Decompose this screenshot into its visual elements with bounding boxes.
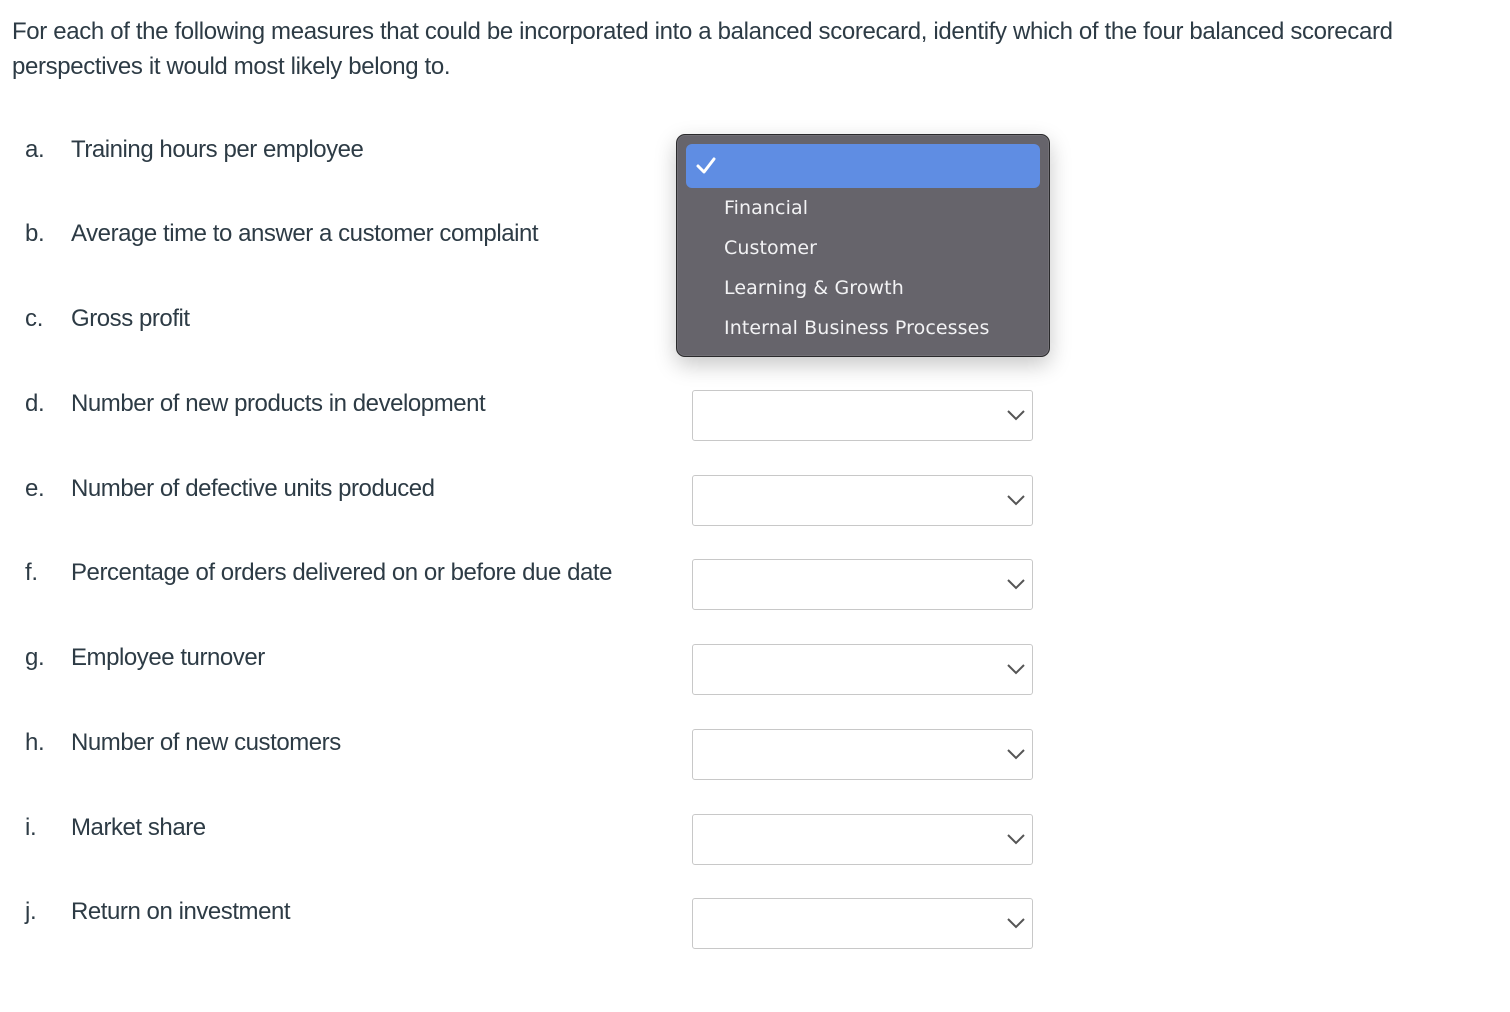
menu-option-learning-growth[interactable]: Learning & Growth <box>686 268 1040 308</box>
question-text: Percentage of orders delivered on or bef… <box>71 559 612 586</box>
chevron-down-icon <box>1006 916 1026 930</box>
menu-option-customer[interactable]: Customer <box>686 228 1040 268</box>
menu-option-internal-business-processes[interactable]: Internal Business Processes <box>686 308 1040 348</box>
answer-select-j[interactable] <box>692 898 1033 949</box>
menu-option-label: Customer <box>724 237 818 259</box>
question-text: Training hours per employee <box>71 136 364 163</box>
question-letter: i. <box>25 814 37 841</box>
question-text: Return on investment <box>71 898 291 925</box>
answer-select-d[interactable] <box>692 390 1033 441</box>
answer-select-e[interactable] <box>692 475 1033 526</box>
question-text: Average time to answer a customer compla… <box>71 220 539 247</box>
menu-option-label: Internal Business Processes <box>724 317 990 339</box>
answer-select-g[interactable] <box>692 644 1033 695</box>
answer-select-f[interactable] <box>692 559 1033 610</box>
menu-option-financial[interactable]: Financial <box>686 188 1040 228</box>
chevron-down-icon <box>1006 662 1026 676</box>
menu-option-label: Learning & Growth <box>724 277 904 299</box>
chevron-down-icon <box>1006 493 1026 507</box>
question-letter: b. <box>25 220 45 247</box>
menu-option-blank[interactable] <box>686 144 1040 188</box>
question-prompt: For each of the following measures that … <box>12 18 1393 80</box>
question-text: Gross profit <box>71 305 190 332</box>
answer-select-h[interactable] <box>692 729 1033 780</box>
chevron-down-icon <box>1006 747 1026 761</box>
chevron-down-icon <box>1006 408 1026 422</box>
checkmark-icon <box>695 155 717 177</box>
question-letter: j. <box>25 898 37 925</box>
question-letter: d. <box>25 390 45 417</box>
question-letter: g. <box>25 644 45 671</box>
question-letter: h. <box>25 729 45 756</box>
question-text: Number of defective units produced <box>71 475 435 502</box>
question-text: Number of new products in development <box>71 390 486 417</box>
menu-option-label: Financial <box>724 197 809 219</box>
question-text: Market share <box>71 814 206 841</box>
question-letter: a. <box>25 136 45 163</box>
question-text: Employee turnover <box>71 644 265 671</box>
question-letter: f. <box>25 559 38 586</box>
chevron-down-icon <box>1006 577 1026 591</box>
question-text: Number of new customers <box>71 729 341 756</box>
question-letter: e. <box>25 475 45 502</box>
perspective-dropdown-menu[interactable]: Financial Customer Learning & Growth Int… <box>676 134 1050 357</box>
chevron-down-icon <box>1006 832 1026 846</box>
question-letter: c. <box>25 305 44 332</box>
answer-select-i[interactable] <box>692 814 1033 865</box>
